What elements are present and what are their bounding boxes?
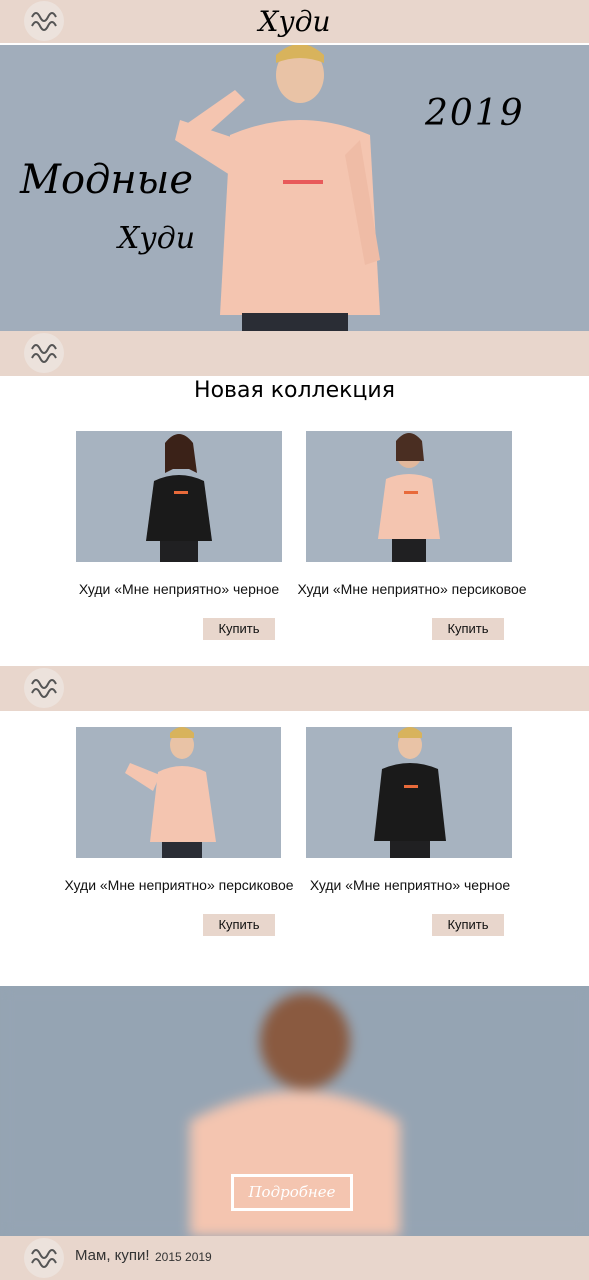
product-title[interactable]: Худи «Мне неприятно» черное xyxy=(59,581,299,597)
product-title[interactable]: Худи «Мне неприятно» персиковое xyxy=(292,581,532,597)
logo-icon xyxy=(24,333,64,373)
hero-line1: Модные xyxy=(20,157,193,203)
hero-line2: Худи xyxy=(118,221,196,256)
divider-band xyxy=(0,666,589,711)
footer-brand: Мам, купи! xyxy=(75,1247,150,1264)
product-title[interactable]: Худи «Мне неприятно» персиковое xyxy=(59,877,299,893)
logo-icon xyxy=(24,1238,64,1278)
section-title: Новая коллекция xyxy=(194,378,395,403)
product-image[interactable] xyxy=(306,727,512,858)
logo-icon xyxy=(24,668,64,708)
product-image[interactable] xyxy=(306,431,512,562)
product-image[interactable] xyxy=(76,727,281,858)
page-title: Худи xyxy=(258,5,331,38)
buy-button[interactable]: Купить xyxy=(203,914,275,936)
hero-year: 2019 xyxy=(425,93,525,134)
buy-button[interactable]: Купить xyxy=(432,914,504,936)
divider-band xyxy=(0,331,589,376)
more-details-button[interactable]: Подробнее xyxy=(231,1174,353,1211)
buy-button[interactable]: Купить xyxy=(432,618,504,640)
product-image[interactable] xyxy=(76,431,282,562)
hero-banner: Модные Худи 2019 xyxy=(0,45,589,331)
product-title[interactable]: Худи «Мне неприятно» черное xyxy=(290,877,530,893)
buy-button[interactable]: Купить xyxy=(203,618,275,640)
footer-years: 2015 2019 xyxy=(155,1250,212,1264)
